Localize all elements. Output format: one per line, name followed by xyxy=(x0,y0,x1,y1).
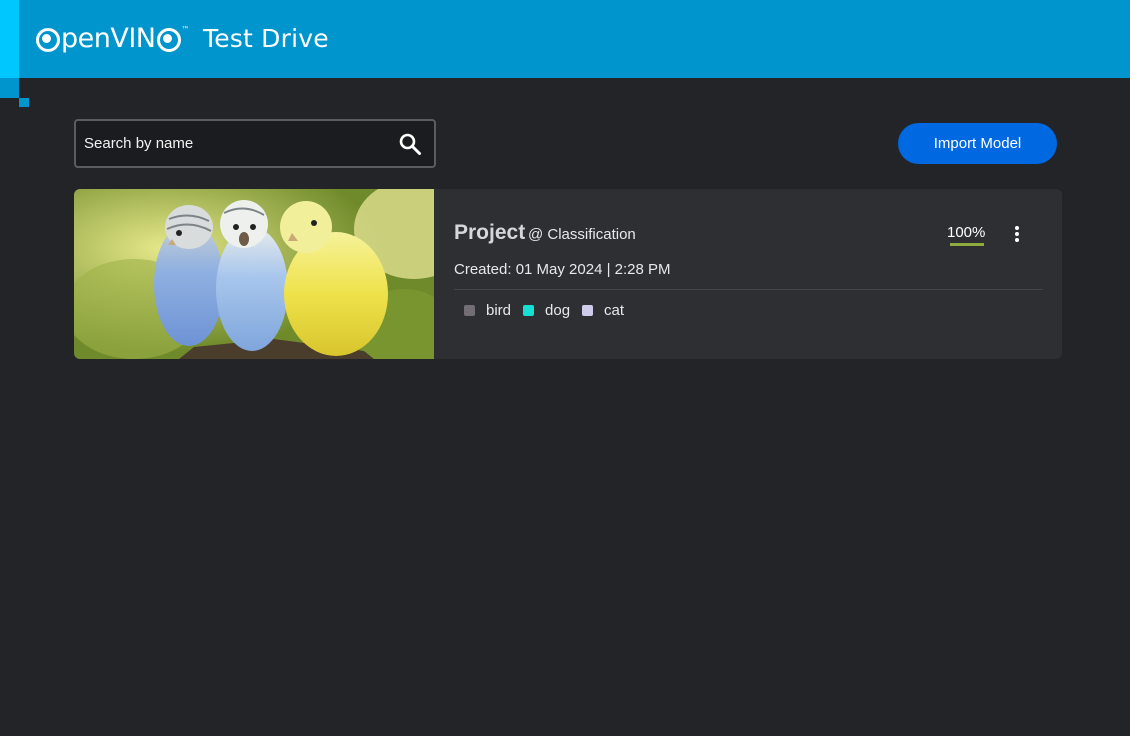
label-name: cat xyxy=(604,302,625,319)
header-accent-square xyxy=(0,78,19,98)
progress-value: 100% xyxy=(947,224,986,241)
label-cat: cat xyxy=(582,302,624,319)
label-swatch xyxy=(523,305,535,316)
label-bird: bird xyxy=(464,302,511,319)
label-swatch xyxy=(464,305,475,316)
brand[interactable]: penVIN ™ Test Drive xyxy=(36,20,329,56)
logo-trademark: ™ xyxy=(181,24,190,34)
logo-text: penVIN xyxy=(61,22,156,54)
more-options-icon[interactable] xyxy=(1009,223,1025,245)
label-dog: dog xyxy=(523,302,570,319)
project-thumbnail[interactable] xyxy=(74,189,434,359)
label-name: dog xyxy=(545,302,571,319)
logo-eye-icon xyxy=(36,27,60,52)
label-swatch xyxy=(582,305,594,316)
logo-eye-icon-end xyxy=(156,27,181,52)
card-divider xyxy=(454,289,1043,290)
search-input[interactable] xyxy=(84,135,398,152)
header-accent-bar xyxy=(0,0,19,78)
openvino-logo: penVIN ™ xyxy=(36,23,189,54)
progress-bar-fill xyxy=(950,243,984,246)
project-labels: bird dog cat xyxy=(464,302,636,319)
menu-dot xyxy=(1015,226,1019,230)
label-name: bird xyxy=(486,302,512,319)
header-accent-square-small xyxy=(19,98,29,107)
menu-dot xyxy=(1015,232,1019,236)
import-model-button[interactable]: Import Model xyxy=(898,123,1057,164)
project-created-date: Created: 01 May 2024 | 2:28 PM xyxy=(454,261,671,278)
menu-dot xyxy=(1015,238,1019,242)
search-box[interactable] xyxy=(74,119,436,168)
search-icon[interactable] xyxy=(398,132,422,156)
app-title: Test Drive xyxy=(203,23,329,53)
progress-bar xyxy=(950,243,984,246)
project-task-type: @ Classification xyxy=(528,226,636,243)
project-card[interactable]: Project @ Classification Created: 01 May… xyxy=(74,189,1062,359)
project-name[interactable]: Project xyxy=(454,221,525,245)
